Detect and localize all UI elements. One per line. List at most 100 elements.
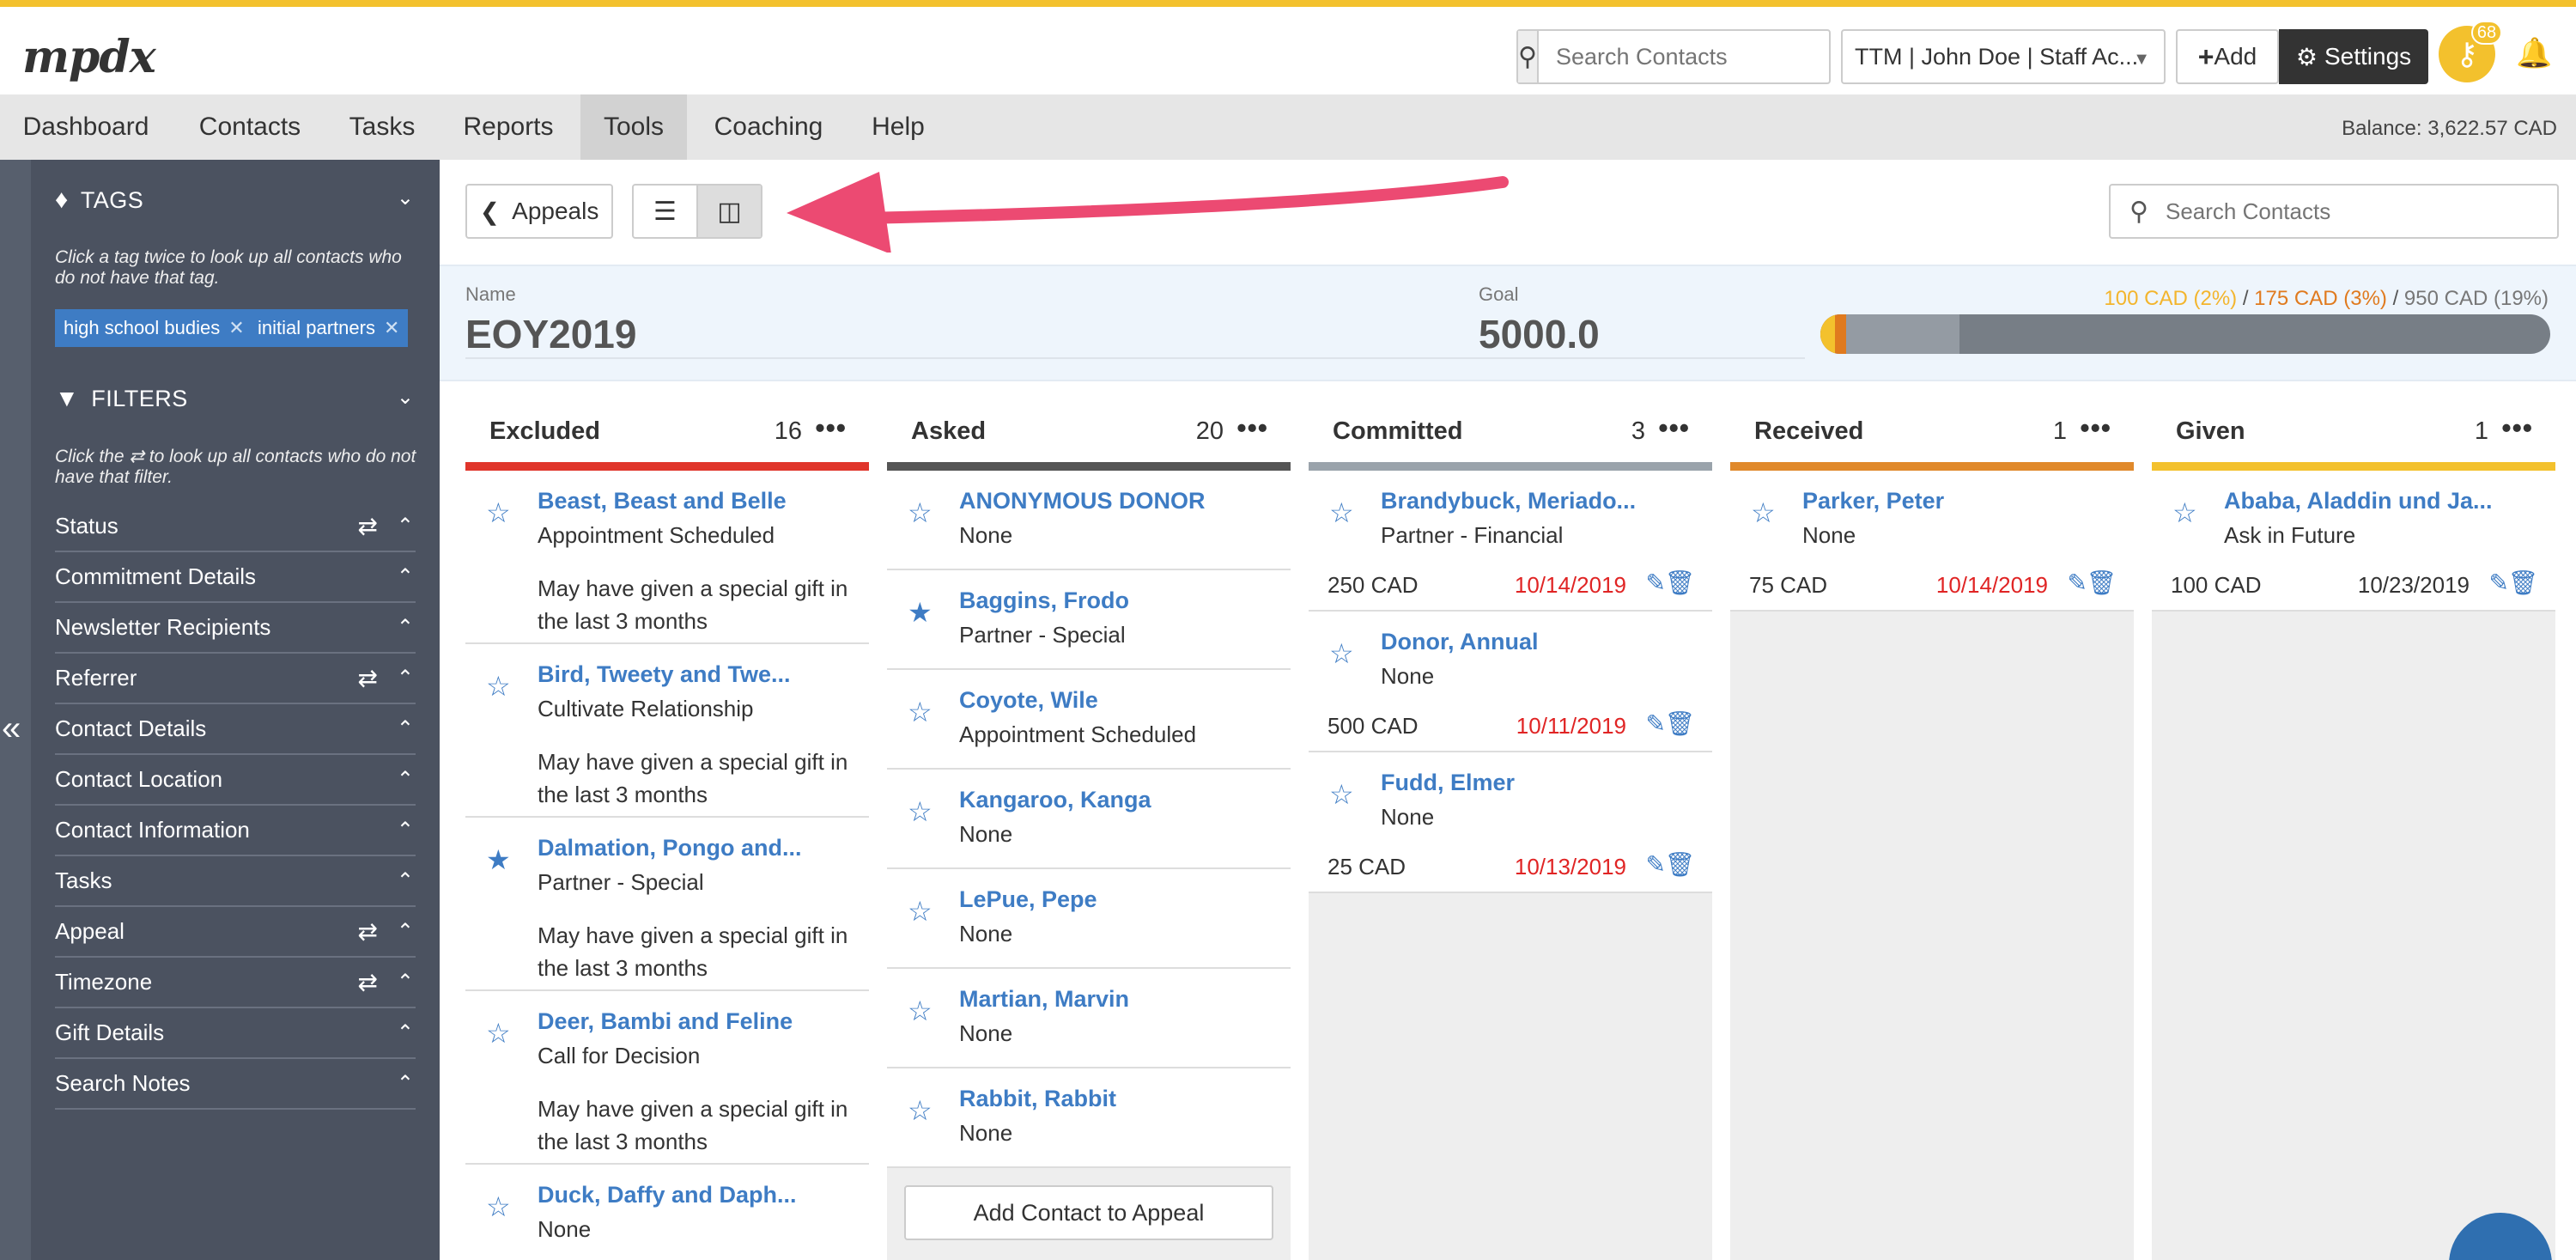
trash-icon[interactable]: 🗑 [2086,569,2117,597]
top-search-input[interactable] [1538,31,1860,82]
star-outline-icon[interactable]: ☆ [908,895,933,928]
chevron-up-icon[interactable]: ⌃ [397,868,414,893]
nav-dashboard[interactable]: Dashboard [0,94,172,160]
contact-name-link[interactable]: Kangaroo, Kanga [959,787,1151,813]
contact-name-link[interactable]: LePue, Pepe [959,886,1097,913]
filter-status[interactable]: Status ⇄ ⌃ [55,502,416,552]
filters-heading[interactable]: ▼ FILTERS [55,385,188,412]
swap-icon[interactable]: ⇄ [358,512,378,540]
star-outline-icon[interactable]: ☆ [1329,778,1354,811]
trash-icon[interactable]: 🗑 [1664,709,1695,738]
contact-name-link[interactable]: Parker, Peter [1802,488,1944,514]
star-outline-icon[interactable]: ☆ [1329,496,1354,529]
contact-card[interactable]: ☆ Fudd, Elmer None 25 CAD 10/13/2019 ✎ 🗑 [1309,752,1712,893]
more-options-icon[interactable]: ••• [2080,412,2111,444]
contact-name-link[interactable]: Bird, Tweety and Twe... [538,661,791,688]
filter-newsletter-recipients[interactable]: Newsletter Recipients ⌃ [55,603,416,654]
board-view-icon[interactable]: ◫ [696,186,761,237]
contact-card[interactable]: ☆ Ababa, Aladdin und Ja... Ask in Future 10… [2152,471,2555,612]
contact-name-link[interactable]: Beast, Beast and Belle [538,488,787,514]
more-options-icon[interactable]: ••• [815,412,847,444]
chevron-up-icon[interactable]: ⌃ [397,818,414,843]
contact-card[interactable]: ☆ LePue, Pepe None [887,869,1291,969]
nav-contacts[interactable]: Contacts [172,94,328,160]
chevron-up-icon[interactable]: ⌃ [397,767,414,792]
chevron-up-icon[interactable]: ⌃ [397,970,414,995]
contact-name-link[interactable]: Martian, Marvin [959,986,1129,1013]
contact-card[interactable]: ☆ Parker, Peter None 75 CAD 10/14/2019 ✎ 🗑 [1730,471,2134,612]
star-outline-icon[interactable]: ☆ [486,1017,511,1050]
edit-icon[interactable]: ✎ [2489,569,2509,597]
filter-commitment-details[interactable]: Commitment Details ⌃ [55,552,416,603]
contact-name-link[interactable]: Ababa, Aladdin und Ja... [2224,488,2493,514]
nav-reports[interactable]: Reports [436,94,580,160]
tag-chip[interactable]: high school budies ✕ [55,309,253,347]
edit-icon[interactable]: ✎ [2068,569,2087,597]
contact-card[interactable]: ☆ Donor, Annual None 500 CAD 10/11/2019 ✎ 🗑 [1309,612,1712,752]
edit-icon[interactable]: ✎ [1646,709,1666,738]
appeal-name-field[interactable]: EOY2019 [465,311,1479,359]
contact-name-link[interactable]: Baggins, Frodo [959,587,1129,614]
contact-name-link[interactable]: Coyote, Wile [959,687,1098,714]
tag-chip[interactable]: initial partners ✕ [249,309,409,347]
chevron-up-icon[interactable]: ⌃ [397,514,414,539]
search-icon[interactable]: ⚲ [1518,31,1539,82]
star-outline-icon[interactable]: ☆ [1751,496,1776,529]
contact-name-link[interactable]: Donor, Annual [1381,629,1539,655]
star-outline-icon[interactable]: ☆ [486,496,511,529]
trash-icon[interactable]: 🗑 [1664,569,1695,597]
star-outline-icon[interactable]: ☆ [908,696,933,728]
star-outline-icon[interactable]: ☆ [908,1094,933,1127]
list-view-icon[interactable]: ☰ [634,186,696,237]
contact-card[interactable]: ★ Dalmation, Pongo and... Partner - Specia… [465,818,869,991]
back-to-appeals-button[interactable]: ❮ Appeals [465,184,613,239]
chevron-up-icon[interactable]: ⌃ [397,716,414,741]
board-search-input[interactable] [2165,198,2509,225]
contact-name-link[interactable]: Dalmation, Pongo and... [538,835,802,861]
star-outline-icon[interactable]: ☆ [908,795,933,828]
filter-timezone[interactable]: Timezone ⇄ ⌃ [55,958,416,1008]
app-logo[interactable]: mpdx [22,31,156,83]
nav-tasks[interactable]: Tasks [328,94,436,160]
contact-card[interactable]: ☆ Beast, Beast and Belle Appointment Sched… [465,471,869,644]
nav-tools[interactable]: Tools [580,94,687,160]
filter-contact-information[interactable]: Contact Information ⌃ [55,806,416,856]
contact-card[interactable]: ☆ Deer, Bambi and Feline Call for Decision… [465,991,869,1165]
contact-name-link[interactable]: ANONYMOUS DONOR [959,488,1206,514]
chevron-up-icon[interactable]: ⌃ [397,666,414,691]
star-filled-icon[interactable]: ★ [486,843,511,876]
more-options-icon[interactable]: ••• [1236,412,1268,444]
star-outline-icon[interactable]: ☆ [908,995,933,1027]
more-options-icon[interactable]: ••• [2501,412,2533,444]
bell-icon[interactable]: 🔔 [2516,36,2552,70]
chevron-up-icon[interactable]: ⌃ [397,919,414,944]
chevron-up-icon[interactable]: ⌃ [397,564,414,589]
close-icon[interactable]: ✕ [384,317,399,339]
contact-name-link[interactable]: Deer, Bambi and Feline [538,1008,793,1035]
trash-icon[interactable]: 🗑 [2507,569,2538,597]
sidebar-collapse-strip[interactable]: « [0,160,31,1260]
add-contact-to-appeal-button[interactable]: Add Contact to Appeal [904,1185,1273,1240]
contact-name-link[interactable]: Brandybuck, Meriado... [1381,488,1636,514]
contact-name-link[interactable]: Fudd, Elmer [1381,770,1515,796]
contact-name-link[interactable]: Duck, Daffy and Daph... [538,1182,797,1208]
account-select[interactable]: TTM | John Doe | Staff Ac... ▼ [1841,29,2166,84]
chevron-up-icon[interactable]: ⌃ [397,615,414,640]
chevron-down-icon[interactable]: ⌄ [397,385,414,410]
trash-icon[interactable]: 🗑 [1664,850,1695,879]
settings-button[interactable]: ⚙ Settings [2279,29,2428,84]
star-outline-icon[interactable]: ☆ [486,670,511,703]
star-filled-icon[interactable]: ★ [908,596,933,629]
swap-icon[interactable]: ⇄ [358,917,378,946]
nav-help[interactable]: Help [850,94,946,160]
filter-appeal[interactable]: Appeal ⇄ ⌃ [55,907,416,958]
edit-icon[interactable]: ✎ [1646,850,1666,879]
more-options-icon[interactable]: ••• [1658,412,1690,444]
swap-icon[interactable]: ⇄ [358,664,378,692]
filter-referrer[interactable]: Referrer ⇄ ⌃ [55,654,416,704]
star-outline-icon[interactable]: ☆ [1329,637,1354,670]
contact-card[interactable]: ☆ Martian, Marvin None [887,969,1291,1068]
double-chevron-left-icon[interactable]: « [2,709,21,748]
contact-card[interactable]: ☆ Bird, Tweety and Twe... Cultivate Relati… [465,644,869,818]
star-outline-icon[interactable]: ☆ [908,496,933,529]
